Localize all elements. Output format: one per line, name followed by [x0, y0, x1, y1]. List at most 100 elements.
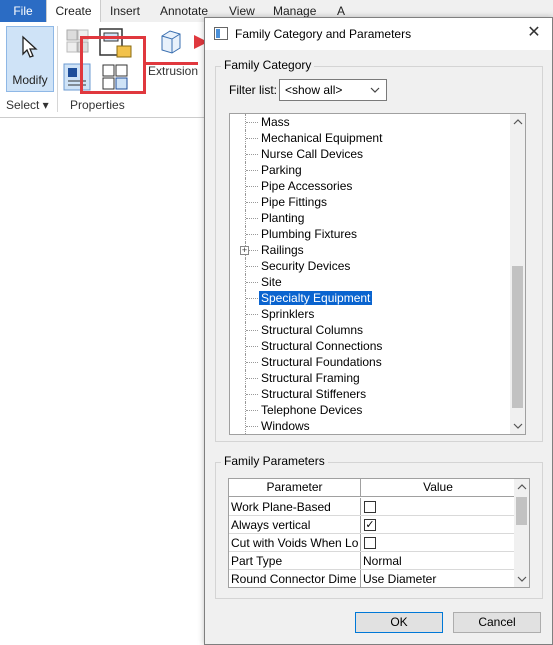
tree-connector — [246, 330, 258, 331]
category-item[interactable]: Telephone Devices — [230, 402, 510, 418]
parameter-name: Work Plane-Based — [231, 500, 331, 514]
category-item[interactable]: Nurse Call Devices — [230, 146, 510, 162]
scroll-down-icon[interactable] — [514, 571, 529, 587]
cursor-arrow-icon — [22, 35, 38, 58]
tree-connector — [246, 266, 258, 267]
extrusion-label: Extrusion — [148, 64, 199, 78]
tree-connector — [246, 362, 258, 363]
category-item[interactable]: + Railings — [230, 242, 510, 258]
category-item[interactable]: Mass — [230, 114, 510, 130]
close-icon[interactable]: ✕ — [524, 23, 544, 43]
parameter-checkbox[interactable] — [364, 537, 376, 549]
tree-connector — [246, 346, 258, 347]
tree-connector — [246, 122, 258, 123]
filter-list-label: Filter list: — [229, 83, 277, 97]
parameter-row[interactable]: Part Type Normal — [229, 552, 515, 570]
chevron-down-icon — [370, 87, 380, 93]
family-category-dialog: Family Category and Parameters ✕ Family … — [204, 17, 553, 645]
category-item[interactable]: Site — [230, 274, 510, 290]
category-label: Nurse Call Devices — [261, 147, 364, 161]
tree-connector — [246, 314, 258, 315]
expand-icon[interactable]: + — [240, 246, 249, 255]
value-column-header[interactable]: Value — [361, 479, 515, 497]
column-divider — [360, 516, 361, 533]
category-list-scroll-thumb[interactable] — [512, 266, 523, 408]
ribbon-panel: Modify Select ▾ Properties Extrusion — [0, 22, 205, 118]
extrusion-icon[interactable] — [158, 26, 184, 56]
select-dropdown[interactable]: Select ▾ — [6, 98, 49, 112]
category-label: Site — [261, 275, 282, 289]
parameter-row[interactable]: Cut with Voids When Lo — [229, 534, 515, 552]
category-label: Security Devices — [261, 259, 351, 273]
category-list[interactable]: Mass Mechanical Equipment Nurse Call Devic… — [229, 113, 526, 435]
category-item[interactable]: Structural Foundations — [230, 354, 510, 370]
category-list-scrollbar[interactable] — [510, 114, 525, 434]
category-label: Structural Columns — [261, 323, 364, 337]
tree-connector — [246, 218, 258, 219]
tree-connector — [246, 138, 258, 139]
category-item[interactable]: Security Devices — [230, 258, 510, 274]
category-label: Planting — [261, 211, 305, 225]
category-item[interactable]: Structural Stiffeners — [230, 386, 510, 402]
category-item[interactable]: Parking — [230, 162, 510, 178]
parameter-checkbox[interactable] — [364, 501, 376, 513]
tree-connector — [246, 394, 258, 395]
group-divider — [57, 26, 58, 112]
category-label: Structural Stiffeners — [261, 387, 367, 401]
category-item[interactable]: Structural Connections — [230, 338, 510, 354]
parameters-scroll-thumb[interactable] — [516, 497, 527, 525]
tab-annotate[interactable]: Annotate — [160, 0, 208, 22]
category-label: Mass — [261, 115, 290, 129]
category-item[interactable]: Structural Framing — [230, 370, 510, 386]
category-label: Parking — [261, 163, 302, 177]
cancel-button[interactable]: Cancel — [453, 612, 541, 633]
category-label: Sprinklers — [261, 307, 315, 321]
dialog-title: Family Category and Parameters — [235, 27, 412, 41]
category-item[interactable]: Structural Columns — [230, 322, 510, 338]
tree-connector — [246, 202, 258, 203]
tab-file[interactable]: File — [0, 0, 46, 22]
parameter-row[interactable]: Work Plane-Based — [229, 498, 515, 516]
parameter-checkbox[interactable]: ✓ — [364, 519, 376, 531]
tree-connector — [246, 186, 258, 187]
category-item[interactable]: Specialty Equipment — [230, 290, 510, 306]
category-item[interactable]: Plumbing Fixtures — [230, 226, 510, 242]
family-category-legend: Family Category — [221, 58, 315, 72]
tree-connector — [246, 378, 258, 379]
category-item[interactable]: Windows — [230, 418, 510, 434]
category-item[interactable]: Pipe Fittings — [230, 194, 510, 210]
tab-insert[interactable]: Insert — [110, 0, 140, 22]
modify-label: Modify — [12, 73, 48, 87]
parameter-value[interactable]: Use Diameter — [363, 572, 436, 586]
scroll-up-icon[interactable] — [514, 479, 529, 495]
scroll-up-icon[interactable] — [510, 114, 525, 130]
parameter-row[interactable]: Round Connector Dime Use Diameter — [229, 570, 515, 587]
scroll-down-icon[interactable] — [510, 418, 525, 434]
parameters-scrollbar[interactable] — [514, 479, 529, 587]
parameter-name: Round Connector Dime — [231, 572, 357, 586]
category-label: Plumbing Fixtures — [261, 227, 358, 241]
category-item[interactable]: Sprinklers — [230, 306, 510, 322]
tab-create[interactable]: Create — [46, 0, 101, 22]
tree-connector — [246, 298, 258, 299]
dialog-titlebar[interactable]: Family Category and Parameters ✕ — [205, 18, 552, 50]
parameters-grid[interactable]: Parameter Value Work Plane-Based Always v… — [228, 478, 530, 588]
filter-list-dropdown[interactable]: <show all> — [279, 79, 387, 101]
ok-button[interactable]: OK — [355, 612, 443, 633]
parameter-row[interactable]: Always vertical ✓ — [229, 516, 515, 534]
column-divider — [360, 552, 361, 569]
parameter-column-header[interactable]: Parameter — [229, 479, 361, 497]
tree-connector — [246, 426, 258, 427]
parameter-name: Always vertical — [231, 518, 311, 532]
filter-list-value: <show all> — [285, 83, 343, 97]
category-item[interactable]: Planting — [230, 210, 510, 226]
category-label: Structural Foundations — [261, 355, 382, 369]
dialog-app-icon — [214, 27, 228, 40]
parameter-name: Part Type — [231, 554, 283, 568]
parameter-value[interactable]: Normal — [363, 554, 402, 568]
modify-button[interactable]: Modify — [6, 26, 54, 92]
category-item[interactable]: Pipe Accessories — [230, 178, 510, 194]
highlight-arrow — [146, 62, 198, 65]
category-item[interactable]: Mechanical Equipment — [230, 130, 510, 146]
column-divider — [360, 534, 361, 551]
